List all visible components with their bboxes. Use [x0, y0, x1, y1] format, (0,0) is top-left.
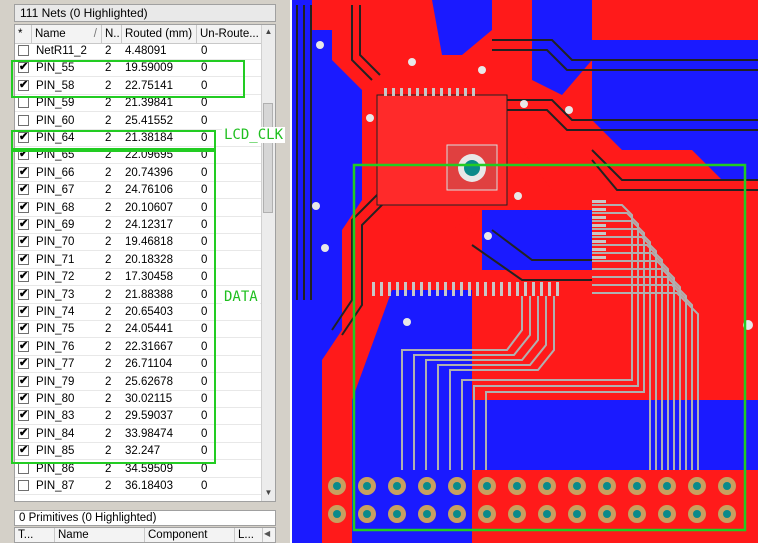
net-unrouted-cell: 0 [201, 114, 208, 127]
vertical-scrollbar[interactable]: ▲ ▼ [261, 25, 275, 501]
row-checkbox[interactable] [18, 114, 29, 126]
sort-indicator-icon: / [93, 28, 97, 40]
net-name-cell: NetR11_2 [36, 45, 87, 57]
pcb-view[interactable] [292, 0, 758, 543]
nets-panel-title: 111 Nets (0 Highlighted) [14, 4, 276, 22]
column-header-routed[interactable]: Routed (mm) [122, 25, 197, 43]
column-header-flag[interactable]: * [15, 25, 32, 43]
net-nodes-cell: 2 [105, 45, 112, 57]
table-row[interactable]: PIN_87 2 36.18403 0 [15, 478, 263, 495]
annotation-lcd-clk: LCD_CLK [222, 127, 286, 143]
prim-column-component[interactable]: Component [145, 528, 235, 542]
row-checkbox[interactable] [18, 480, 29, 491]
scroll-up-icon[interactable]: ▲ [263, 26, 274, 38]
row-checkbox[interactable] [18, 45, 29, 56]
net-nodes-cell: 2 [105, 114, 112, 127]
net-name-cell: PIN_87 [36, 480, 75, 492]
highlight-box-pin55-58 [11, 60, 245, 98]
row-checkbox[interactable] [18, 462, 29, 474]
prim-column-type[interactable]: T... [15, 528, 55, 542]
column-header-name[interactable]: Name / [32, 25, 102, 43]
net-unrouted-cell: 0 [201, 480, 208, 492]
prim-column-layer[interactable]: L... [235, 528, 263, 542]
highlight-box-data [11, 150, 216, 464]
column-header-nodes[interactable]: N.. [102, 25, 122, 43]
net-unrouted-cell: 0 [201, 45, 208, 57]
primitives-table-header: T... Name Component L... ◀ [14, 527, 276, 543]
scrollbar-thumb[interactable] [263, 103, 273, 213]
row-checkbox[interactable] [18, 97, 29, 109]
crystal-center-pad [464, 160, 480, 176]
scroll-down-icon[interactable]: ▼ [263, 487, 274, 499]
bottom-copper-connector [392, 400, 758, 470]
column-header-name-label: Name [35, 28, 66, 40]
annotation-data: DATA [222, 289, 260, 305]
nets-panel: 111 Nets (0 Highlighted) * Name / N.. Ro… [0, 0, 290, 543]
column-header-unrouted[interactable]: Un-Route... [197, 25, 263, 43]
highlight-box-lcd-clk [11, 130, 216, 150]
net-routed-cell: 25.41552 [125, 114, 173, 127]
scroll-left-icon[interactable]: ◀ [264, 529, 270, 538]
prim-column-name[interactable]: Name [55, 528, 145, 542]
net-routed-cell: 36.18403 [125, 480, 173, 492]
top-copper-left-strip [312, 0, 332, 30]
nets-table-header: * Name / N.. Routed (mm) Un-Route... [15, 25, 263, 44]
table-row[interactable]: NetR11_2 2 4.48091 0 [15, 43, 263, 60]
net-nodes-cell: 2 [105, 480, 112, 492]
net-name-cell: PIN_60 [36, 114, 75, 127]
primitives-panel-title: 0 Primitives (0 Highlighted) [14, 510, 276, 526]
net-routed-cell: 4.48091 [125, 45, 167, 57]
